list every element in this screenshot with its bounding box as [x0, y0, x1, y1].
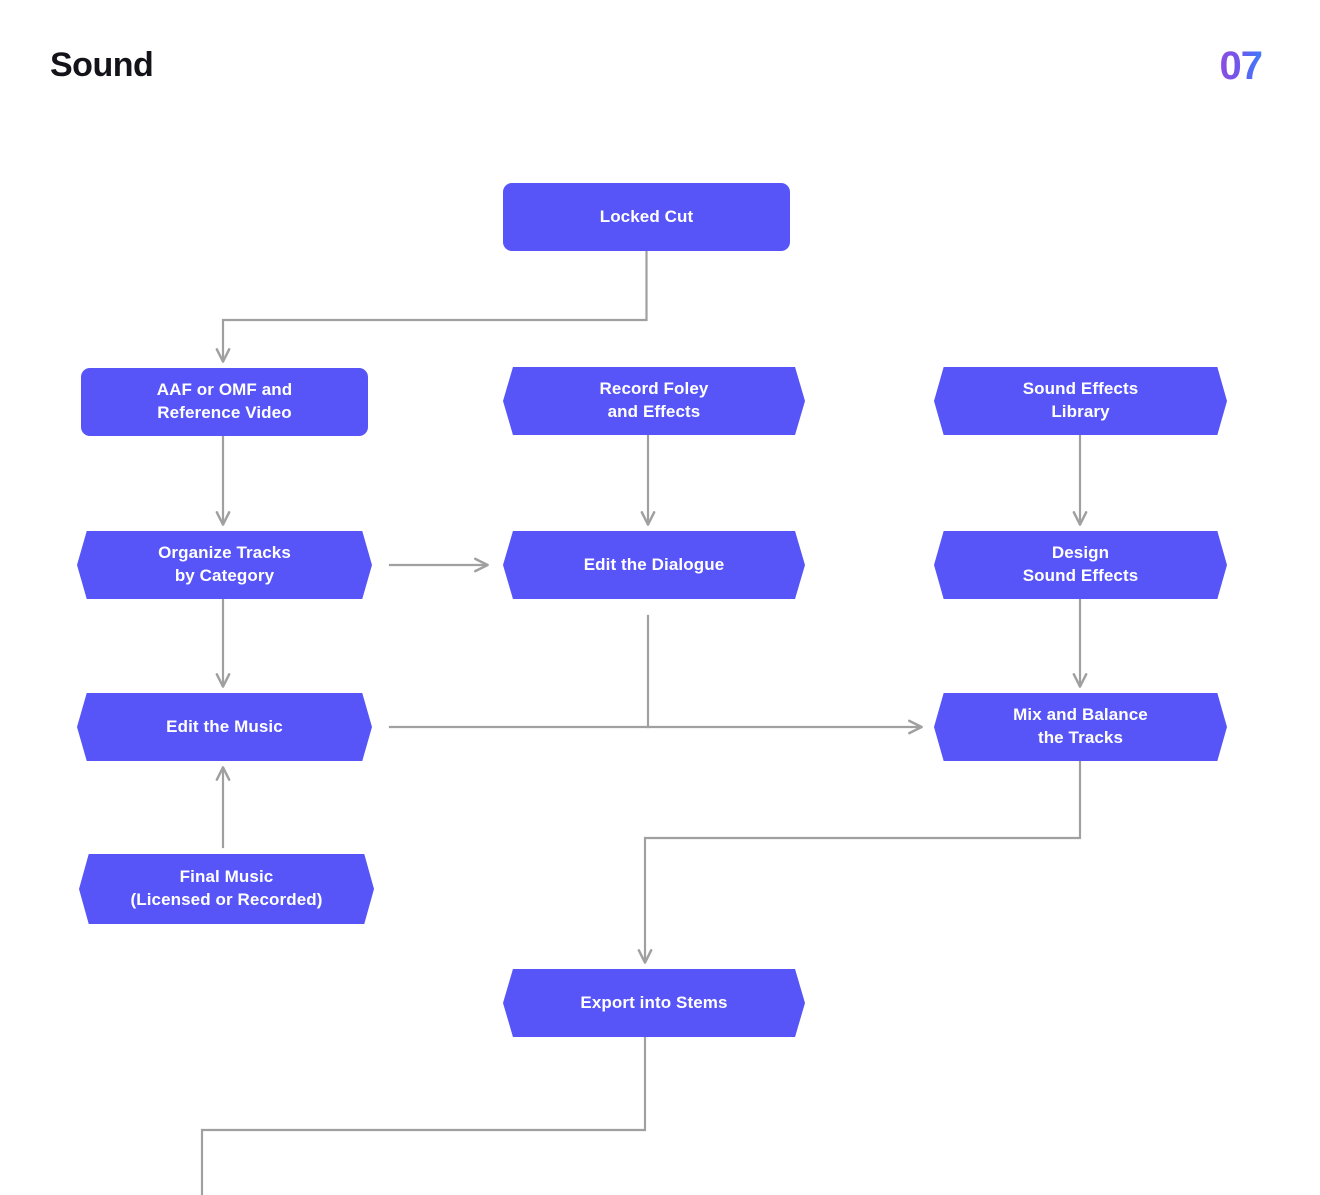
- flow-node-organize-tracks[interactable]: Organize Tracks by Category: [77, 531, 372, 599]
- flow-node-sfx-library[interactable]: Sound Effects Library: [934, 367, 1227, 435]
- page-title: Sound: [50, 46, 154, 84]
- flow-node-mix-balance[interactable]: Mix and Balance the Tracks: [934, 693, 1227, 761]
- flow-node-design-sfx[interactable]: Design Sound Effects: [934, 531, 1227, 599]
- flow-node-final-music[interactable]: Final Music (Licensed or Recorded): [79, 854, 374, 924]
- edge-mix-to-export: [637, 759, 1082, 964]
- edge-export-continues: [200, 1035, 647, 1195]
- flowchart-canvas: Sound 07 Locked Cut AAF or OMF and Refer…: [0, 0, 1320, 1195]
- flow-node-aaf-omf[interactable]: AAF or OMF and Reference Video: [81, 368, 368, 436]
- flow-node-export-stems[interactable]: Export into Stems: [503, 969, 805, 1037]
- step-number-badge: 07: [1219, 44, 1263, 88]
- edge-locked-cut-to-aaf: [215, 249, 648, 363]
- flow-node-locked-cut[interactable]: Locked Cut: [503, 183, 790, 251]
- flow-node-record-foley[interactable]: Record Foley and Effects: [503, 367, 805, 435]
- flow-node-edit-dialogue[interactable]: Edit the Dialogue: [503, 531, 805, 599]
- flow-node-edit-music[interactable]: Edit the Music: [77, 693, 372, 761]
